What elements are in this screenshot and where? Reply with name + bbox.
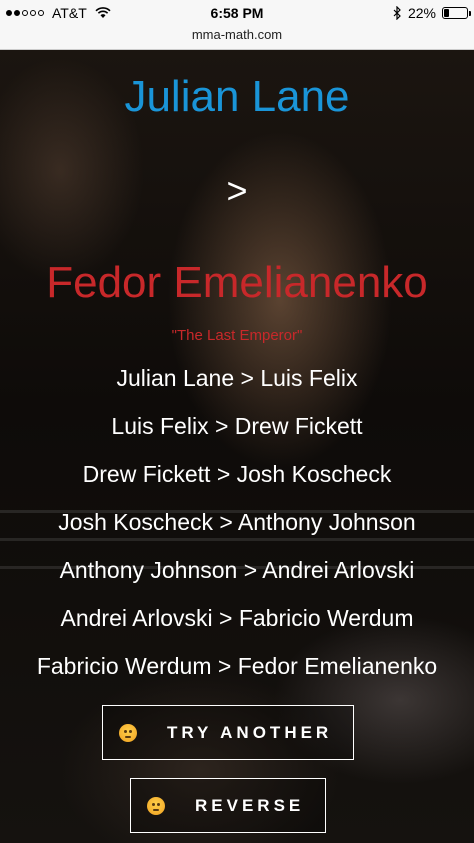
battery-percent: 22% [407,5,436,21]
try-another-label: TRY ANOTHER [167,723,333,742]
chain-item: Luis Felix > Drew Fickett [111,413,363,439]
battery-icon [442,7,471,19]
chain-item: Fabricio Werdum > Fedor Emelianenko [36,653,438,679]
chain-item: Andrei Arlovski > Fabricio Werdum [60,605,414,631]
fight-chain-list: Julian Lane > Luis Felix Luis Felix > Dr… [0,362,474,698]
chain-item: Josh Koscheck > Anthony Johnson [58,509,416,535]
face-emoji-icon [147,797,165,815]
try-another-button[interactable]: TRY ANOTHER [102,705,354,760]
reverse-button[interactable]: REVERSE [130,778,326,833]
status-right: 22% [392,5,471,21]
reverse-label: REVERSE [195,796,305,815]
bluetooth-icon [393,6,401,20]
url-bar[interactable]: mma-math.com [0,26,474,50]
status-bar: AT&T 6:58 PM 22% [0,0,474,26]
fighter-b-name: Fedor Emelianenko [46,258,428,307]
separator: > [226,170,248,211]
battery-fill [444,9,449,17]
fighter-a-name: Julian Lane [124,72,350,121]
chain-item: Julian Lane > Luis Felix [116,365,358,391]
chain-item: Anthony Johnson > Andrei Arlovski [59,557,415,583]
fighter-b-nickname: "The Last Emperor" [171,327,303,344]
face-emoji-icon [119,724,137,742]
chain-item: Drew Fickett > Josh Koscheck [82,461,392,487]
